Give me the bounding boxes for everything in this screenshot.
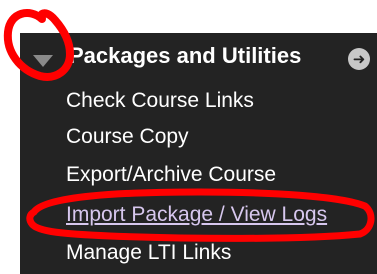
menu-item-check-course-links[interactable]: Check Course Links <box>66 89 254 113</box>
panel-header[interactable]: Packages and Utilities ➜ <box>20 33 377 81</box>
menu-item-export-archive-course[interactable]: Export/Archive Course <box>66 163 276 187</box>
packages-and-utilities-panel: Packages and Utilities ➜ Check Course Li… <box>20 33 377 274</box>
arrow-right-circle-icon[interactable]: ➜ <box>348 48 370 70</box>
screenshot-stage: Packages and Utilities ➜ Check Course Li… <box>0 0 377 274</box>
menu-item-course-copy[interactable]: Course Copy <box>66 125 189 149</box>
panel-title[interactable]: Packages and Utilities <box>69 43 301 69</box>
triangle-down-icon[interactable] <box>33 55 53 67</box>
menu-item-import-package-view-logs[interactable]: Import Package / View Logs <box>66 203 327 227</box>
menu-item-manage-lti-links[interactable]: Manage LTI Links <box>66 241 231 265</box>
